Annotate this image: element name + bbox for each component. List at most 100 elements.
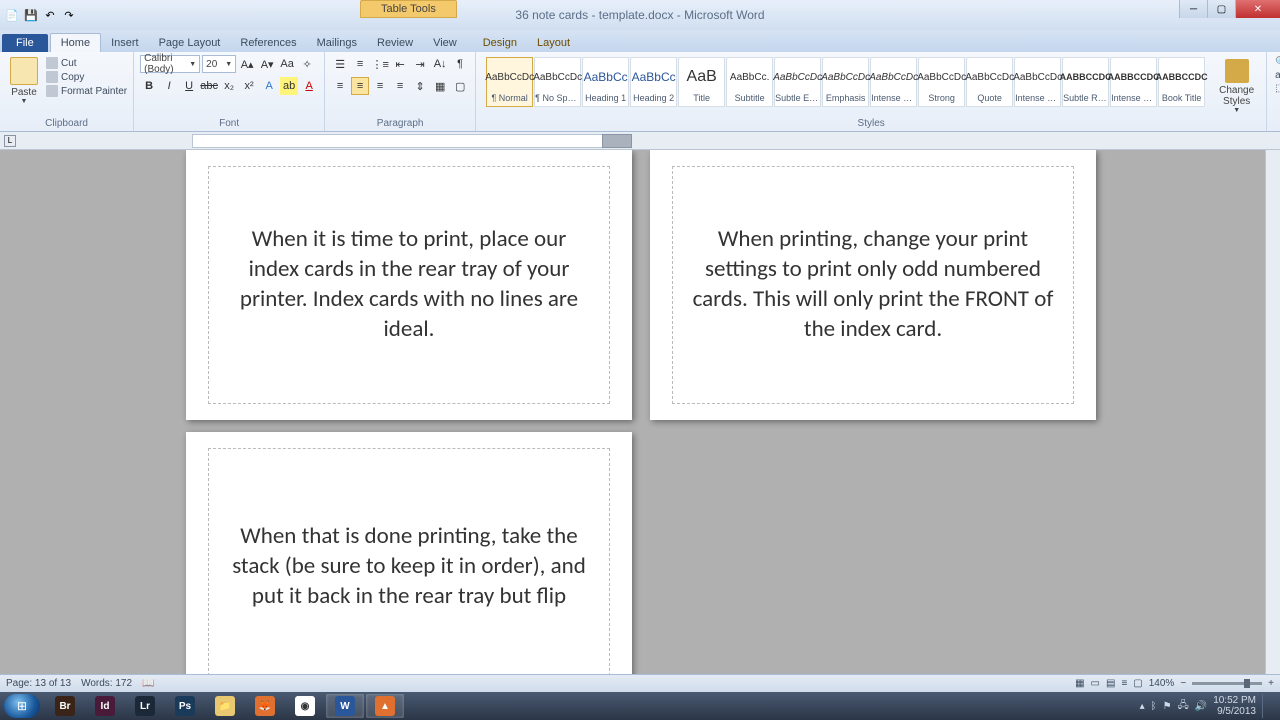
taskbar-photoshop[interactable]: Ps	[166, 694, 204, 718]
view-web-layout[interactable]: ▤	[1106, 678, 1115, 689]
style-item-intense-q-[interactable]: AaBbCcDcIntense Q...	[1014, 57, 1061, 107]
text-effects-button[interactable]: A	[260, 77, 278, 95]
line-spacing-button[interactable]: ⇕	[411, 77, 429, 95]
zoom-in-button[interactable]: +	[1268, 678, 1274, 689]
paste-button[interactable]: Paste ▼	[6, 55, 42, 107]
superscript-button[interactable]: x²	[240, 77, 258, 95]
justify-button[interactable]: ≡	[391, 77, 409, 95]
page-card-3[interactable]: When that is done printing, take the sta…	[186, 432, 632, 675]
redo-icon[interactable]: ↷	[61, 7, 77, 23]
card-text-3[interactable]: When that is done printing, take the sta…	[227, 522, 591, 612]
show-desktop-button[interactable]	[1262, 694, 1270, 718]
proofing-icon[interactable]: 📖	[142, 678, 154, 689]
shrink-font-button[interactable]: A▾	[258, 55, 276, 73]
find-button[interactable]: 🔍Find ▾	[1275, 57, 1280, 68]
page-status[interactable]: Page: 13 of 13	[6, 678, 71, 689]
copy-button[interactable]: Copy	[46, 71, 127, 83]
bullets-button[interactable]: ☰	[331, 55, 349, 73]
tab-page-layout[interactable]: Page Layout	[149, 34, 231, 52]
style-item-book-title[interactable]: AABBCCDCBook Title	[1158, 57, 1205, 107]
page-card-1[interactable]: When it is time to print, place our inde…	[186, 150, 632, 420]
card-text-1[interactable]: When it is time to print, place our inde…	[227, 225, 591, 345]
show-marks-button[interactable]: ¶	[451, 55, 469, 73]
close-button[interactable]: ✕	[1235, 0, 1280, 18]
highlight-button[interactable]: ab	[280, 77, 298, 95]
tab-layout[interactable]: Layout	[527, 34, 580, 52]
style-item--normal[interactable]: AaBbCcDc¶ Normal	[486, 57, 533, 107]
replace-button[interactable]: abReplace	[1275, 70, 1280, 81]
tray-bluetooth-icon[interactable]: ᛒ	[1151, 701, 1157, 712]
start-button[interactable]: ⊞	[4, 694, 40, 718]
sort-button[interactable]: A↓	[431, 55, 449, 73]
tab-mailings[interactable]: Mailings	[307, 34, 367, 52]
styles-gallery[interactable]: AaBbCcDc¶ NormalAaBbCcDc¶ No Spaci...AaB…	[482, 55, 1209, 118]
subscript-button[interactable]: x₂	[220, 77, 238, 95]
bold-button[interactable]: B	[140, 77, 158, 95]
style-item-strong[interactable]: AaBbCcDcStrong	[918, 57, 965, 107]
view-outline[interactable]: ≡	[1121, 678, 1127, 689]
tray-network-icon[interactable]: 🖧	[1178, 698, 1189, 715]
align-center-button[interactable]: ≡	[351, 77, 369, 95]
taskbar-vlc[interactable]: ▲	[366, 694, 404, 718]
undo-icon[interactable]: ↶	[42, 7, 58, 23]
style-item-heading-1[interactable]: AaBbCcHeading 1	[582, 57, 629, 107]
select-button[interactable]: ⬚Select ▾	[1275, 83, 1280, 94]
font-color-button[interactable]: A	[300, 77, 318, 95]
style-item-emphasis[interactable]: AaBbCcDcEmphasis	[822, 57, 869, 107]
clear-formatting-button[interactable]: ✧	[298, 55, 316, 73]
multilevel-button[interactable]: ⋮≡	[371, 55, 389, 73]
taskbar-lightroom[interactable]: Lr	[126, 694, 164, 718]
style-item-heading-2[interactable]: AaBbCcHeading 2	[630, 57, 677, 107]
card-cell-3[interactable]: When that is done printing, take the sta…	[208, 448, 610, 675]
tray-flag-icon[interactable]: ⚑	[1163, 701, 1172, 712]
tray-clock[interactable]: 10:52 PM 9/5/2013	[1213, 695, 1256, 717]
cut-button[interactable]: Cut	[46, 57, 127, 69]
card-cell-1[interactable]: When it is time to print, place our inde…	[208, 166, 610, 404]
taskbar-explorer[interactable]: 📁	[206, 694, 244, 718]
italic-button[interactable]: I	[160, 77, 178, 95]
align-right-button[interactable]: ≡	[371, 77, 389, 95]
style-item-subtitle[interactable]: AaBbCc.Subtitle	[726, 57, 773, 107]
tab-insert[interactable]: Insert	[101, 34, 149, 52]
format-painter-button[interactable]: Format Painter	[46, 85, 127, 97]
font-name-select[interactable]: Calibri (Body)▼	[140, 55, 200, 73]
view-print-layout[interactable]: ▦	[1075, 678, 1084, 689]
card-text-2[interactable]: When printing, change your print setting…	[691, 225, 1055, 345]
tab-home[interactable]: Home	[50, 33, 101, 52]
font-size-select[interactable]: 20▼	[202, 55, 236, 73]
change-case-button[interactable]: Aa	[278, 55, 296, 73]
zoom-out-button[interactable]: −	[1180, 678, 1186, 689]
tab-selector[interactable]: L	[4, 135, 16, 147]
style-item--no-spaci-[interactable]: AaBbCcDc¶ No Spaci...	[534, 57, 581, 107]
change-styles-button[interactable]: Change Styles ▼	[1213, 55, 1260, 118]
page-card-2[interactable]: When printing, change your print setting…	[650, 150, 1096, 420]
style-item-title[interactable]: AaBTitle	[678, 57, 725, 107]
style-item-quote[interactable]: AaBbCcDcQuote	[966, 57, 1013, 107]
save-icon[interactable]: 💾	[23, 7, 39, 23]
strikethrough-button[interactable]: abc	[200, 77, 218, 95]
taskbar-chrome[interactable]: ◉	[286, 694, 324, 718]
word-count[interactable]: Words: 172	[81, 678, 132, 689]
style-item-intense-re-[interactable]: AABBCCDCIntense Re...	[1110, 57, 1157, 107]
borders-button[interactable]: ▢	[451, 77, 469, 95]
increase-indent-button[interactable]: ⇥	[411, 55, 429, 73]
zoom-slider[interactable]	[1192, 682, 1262, 685]
taskbar-indesign[interactable]: Id	[86, 694, 124, 718]
numbering-button[interactable]: ≡	[351, 55, 369, 73]
decrease-indent-button[interactable]: ⇤	[391, 55, 409, 73]
minimize-button[interactable]: ─	[1179, 0, 1207, 18]
tab-view[interactable]: View	[423, 34, 467, 52]
card-cell-2[interactable]: When printing, change your print setting…	[672, 166, 1074, 404]
grow-font-button[interactable]: A▴	[238, 55, 256, 73]
tray-volume-icon[interactable]: 🔊	[1195, 701, 1207, 712]
file-tab[interactable]: File	[2, 34, 48, 52]
tab-references[interactable]: References	[230, 34, 306, 52]
horizontal-ruler[interactable]	[192, 134, 632, 148]
align-left-button[interactable]: ≡	[331, 77, 349, 95]
underline-button[interactable]: U	[180, 77, 198, 95]
shading-button[interactable]: ▦	[431, 77, 449, 95]
style-item-intense-e-[interactable]: AaBbCcDcIntense E...	[870, 57, 917, 107]
vertical-scrollbar[interactable]	[1265, 150, 1280, 675]
taskbar-firefox[interactable]: 🦊	[246, 694, 284, 718]
taskbar-word[interactable]: W	[326, 694, 364, 718]
